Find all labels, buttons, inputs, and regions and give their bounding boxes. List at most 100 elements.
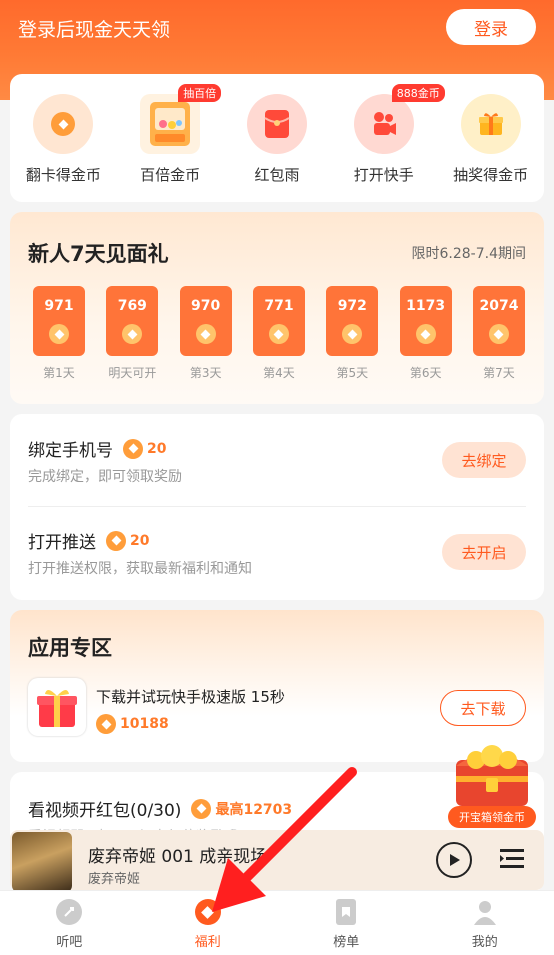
tab-label: 福利 bbox=[194, 935, 221, 950]
signin-day-amount: 2074 bbox=[479, 298, 519, 314]
signin-day-label: 第3天 bbox=[189, 366, 222, 380]
signin-day-box: 971 bbox=[33, 286, 85, 356]
signin-days: 971 第1天 769 明天可开 970 第3天 771 第4天 972 第5天 1173… bbox=[32, 286, 526, 381]
player-subtitle: 废弃帝姬 bbox=[88, 872, 141, 887]
quick-action-label: 百倍金币 bbox=[140, 166, 201, 184]
quick-action-label: 抽奖得金币 bbox=[453, 166, 529, 184]
gift-box-icon bbox=[28, 678, 86, 736]
treasure-chest-widget[interactable]: 开宝箱领金币 bbox=[446, 740, 538, 830]
task-item-bind-phone: 绑定手机号 20 完成绑定，即可领取奖励 去绑定 bbox=[10, 414, 544, 507]
task-desc: 打开推送权限，获取最新福利和通知 bbox=[28, 561, 252, 577]
ranking-icon bbox=[336, 899, 357, 925]
playlist-icon bbox=[500, 849, 524, 868]
signin-day-label: 第6天 bbox=[409, 366, 442, 380]
login-button[interactable]: 登录 bbox=[446, 9, 536, 45]
signin-day-box: 2074 bbox=[472, 286, 525, 356]
coin-icon bbox=[415, 324, 436, 344]
album-cover bbox=[12, 832, 72, 892]
signin-day-label: 第4天 bbox=[263, 366, 295, 380]
signin-day-amount: 971 bbox=[44, 298, 74, 314]
signin-day[interactable]: 972 第5天 bbox=[325, 286, 379, 381]
coin-icon bbox=[96, 714, 116, 734]
coin-icon bbox=[123, 438, 143, 459]
bottom-tab-bar: 听吧 福利 榜单 我的 bbox=[0, 890, 554, 955]
signin-day-label: 明天可开 bbox=[108, 366, 157, 380]
tab-label: 听吧 bbox=[56, 935, 83, 950]
signin-day[interactable]: 1173 第6天 bbox=[399, 286, 453, 381]
task-desc: 完成绑定，即可领取奖励 bbox=[28, 469, 182, 485]
lottery-gift-icon bbox=[460, 94, 521, 154]
tab-profile[interactable]: 我的 bbox=[435, 891, 535, 955]
signin-day-label: 第1天 bbox=[43, 366, 75, 380]
download-button[interactable]: 去下载 bbox=[440, 690, 526, 726]
app-item-reward: 10188 bbox=[96, 714, 169, 734]
listen-icon bbox=[56, 899, 83, 925]
coin-icon bbox=[342, 324, 363, 344]
quick-action-tag: 抽百倍 bbox=[178, 84, 222, 102]
quick-action-red-envelope-rain[interactable]: 红包雨 bbox=[227, 94, 327, 202]
header-slogan: 登录后现金天天领 bbox=[18, 19, 171, 41]
signin-period: 限时6.28-7.4期间 bbox=[411, 246, 527, 262]
quick-action-open-kuaishou[interactable]: 888金币 打开快手 bbox=[334, 84, 445, 202]
tab-ranking[interactable]: 榜单 bbox=[296, 891, 396, 955]
mini-player[interactable]: 废弃帝姬 001 成亲现场 废弃帝姬 bbox=[10, 830, 544, 892]
coin-icon bbox=[191, 798, 212, 819]
tab-welfare[interactable]: 福利 bbox=[158, 891, 258, 955]
task-item-enable-push: 打开推送 20 打开推送权限，获取最新福利和通知 去开启 bbox=[10, 506, 544, 598]
quick-action-label: 打开快手 bbox=[353, 166, 414, 184]
task-reward: 20 bbox=[123, 438, 166, 459]
signin-day[interactable]: 769 明天可开 bbox=[105, 286, 159, 381]
welfare-icon bbox=[194, 899, 221, 925]
coin-icon bbox=[195, 324, 216, 344]
enable-push-button[interactable]: 去开启 bbox=[442, 534, 526, 570]
task-list-card: 绑定手机号 20 完成绑定，即可领取奖励 去绑定 打开推送 20 打开推送权限，获取… bbox=[10, 414, 544, 600]
claw-machine-icon bbox=[140, 94, 201, 154]
video-task-title: 看视频开红包(0/30) 最高12703 bbox=[28, 796, 292, 821]
coin-icon bbox=[106, 530, 126, 551]
play-icon bbox=[450, 854, 460, 866]
quick-action-hundredfold[interactable]: 抽百倍 百倍金币 bbox=[120, 84, 222, 202]
treasure-label: 开宝箱领金币 bbox=[448, 806, 536, 828]
signin-day[interactable]: 970 第3天 bbox=[179, 286, 233, 381]
profile-icon bbox=[472, 899, 498, 925]
app-item-name: 下载并试玩快手极速版 15秒 bbox=[96, 688, 285, 706]
task-name: 打开推送 20 bbox=[28, 530, 150, 553]
treasure-chest-icon bbox=[456, 745, 528, 806]
coin-icon bbox=[268, 324, 289, 344]
signin-day-amount: 771 bbox=[264, 298, 294, 314]
signin-day-box: 1173 bbox=[399, 286, 452, 356]
signin-day-amount: 970 bbox=[191, 298, 221, 314]
newcomer-signin-card: 新人7天见面礼 限时6.28-7.4期间 971 第1天 769 明天可开 970 第… bbox=[10, 212, 544, 404]
quick-action-label: 红包雨 bbox=[254, 166, 300, 184]
signin-day-label: 第5天 bbox=[336, 366, 369, 380]
player-title: 废弃帝姬 001 成亲现场 bbox=[88, 847, 268, 867]
tab-label: 榜单 bbox=[333, 935, 360, 950]
signin-day-box: 970 bbox=[179, 286, 232, 356]
bind-phone-button[interactable]: 去绑定 bbox=[442, 442, 526, 478]
quick-action-tag: 888金币 bbox=[391, 84, 445, 102]
video-task-reward: 最高12703 bbox=[191, 798, 292, 819]
quick-action-lottery[interactable]: 抽奖得金币 bbox=[441, 94, 541, 202]
kuaishou-icon bbox=[353, 94, 414, 154]
tab-listen[interactable]: 听吧 bbox=[19, 891, 119, 955]
signin-title: 新人7天见面礼 bbox=[28, 242, 169, 266]
quick-actions-card: 翻卡得金币 抽百倍 百倍金币 红包雨 888金币 打开快手 抽奖得金币 bbox=[10, 74, 544, 202]
signin-day[interactable]: 2074 第7天 bbox=[472, 286, 526, 381]
signin-day-box: 771 bbox=[252, 286, 305, 356]
red-envelope-icon bbox=[246, 94, 307, 154]
signin-day-box: 972 bbox=[326, 286, 379, 356]
tab-label: 我的 bbox=[471, 935, 498, 950]
playlist-button[interactable] bbox=[498, 844, 526, 874]
app-zone-title: 应用专区 bbox=[28, 636, 112, 660]
coin-icon bbox=[122, 324, 143, 344]
coin-icon bbox=[488, 324, 509, 344]
play-button[interactable] bbox=[436, 842, 472, 878]
coin-flip-icon bbox=[33, 94, 94, 154]
quick-action-label: 翻卡得金币 bbox=[25, 166, 101, 184]
signin-day[interactable]: 771 第4天 bbox=[252, 286, 306, 381]
signin-day[interactable]: 971 第1天 bbox=[32, 286, 86, 381]
quick-action-flip-card[interactable]: 翻卡得金币 bbox=[13, 94, 113, 202]
coin-icon bbox=[49, 324, 69, 344]
signin-day-amount: 1173 bbox=[406, 298, 446, 314]
task-reward: 20 bbox=[106, 530, 149, 551]
